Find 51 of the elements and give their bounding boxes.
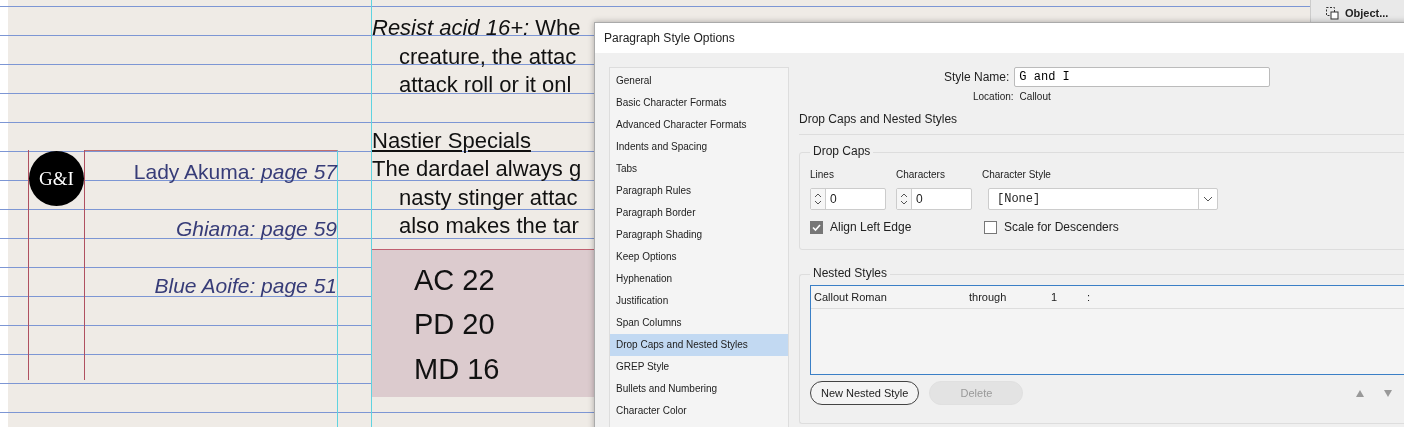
callout-text: Ghiama: page 59	[174, 216, 337, 241]
category-item[interactable]: Justification	[610, 290, 788, 312]
scale-for-descenders-checkbox[interactable]: Scale for Descenders	[984, 220, 1119, 234]
table-cell-text: through	[969, 291, 1008, 303]
location-label: Location:	[973, 91, 1014, 102]
callout-text: Lady Akuma: page 57	[132, 159, 337, 184]
table-cell-text: Callout Roman	[814, 291, 888, 303]
group-legend: Nested Styles	[810, 266, 891, 280]
category-item[interactable]: Paragraph Shading	[610, 224, 788, 246]
callout-text: Blue Aoife: page 51	[153, 273, 337, 298]
category-item[interactable]: Hyphenation	[610, 268, 788, 290]
stat-text: AC 22	[414, 262, 496, 298]
lines-label: Lines	[810, 169, 835, 180]
object-button[interactable]: Object...	[1325, 6, 1389, 20]
category-item[interactable]: Paragraph Border	[610, 202, 788, 224]
category-item[interactable]: General	[610, 70, 788, 92]
category-item[interactable]: Character Color	[610, 400, 788, 422]
characters-label: Characters	[896, 169, 946, 180]
table-cell-text: 1	[1051, 291, 1059, 303]
character-style-label: Character Style	[982, 169, 1052, 180]
category-item[interactable]: Indents and Spacing	[610, 136, 788, 158]
dialog-title: Paragraph Style Options	[604, 31, 735, 45]
category-item[interactable]: Tabs	[610, 158, 788, 180]
dialog-button[interactable]: New Nested Style	[810, 381, 920, 405]
category-item[interactable]: Advanced Character Formats	[610, 114, 788, 136]
section-title: Drop Caps and Nested Styles	[799, 112, 1404, 135]
category-item[interactable]: Basic Character Formats	[610, 92, 788, 114]
section-heading: Nastier Specials	[372, 126, 532, 155]
table-cell: :	[1087, 291, 1091, 303]
body-text: creature, the attac	[398, 42, 578, 71]
stat-text: PD 20	[414, 307, 496, 342]
category-item[interactable]: Keep Options	[610, 246, 788, 268]
body-text: The dardael always g	[372, 155, 583, 183]
body-text: also makes the tar	[398, 212, 580, 240]
location-value: Callout	[1019, 91, 1051, 102]
group-legend: Drop Caps	[810, 144, 874, 158]
body-text: attack roll or it onl	[398, 71, 573, 99]
category-item[interactable]: Drop Caps and Nested Styles	[610, 334, 788, 356]
align-left-edge-checkbox[interactable]: Align Left Edge	[810, 220, 984, 234]
stat-text: MD 16	[414, 351, 501, 387]
category-item[interactable]: Paragraph Rules	[610, 180, 788, 202]
style-name-field[interactable]: G and I	[1014, 67, 1271, 87]
lines-spinner[interactable]: 0	[810, 188, 886, 210]
category-item[interactable]: GREP Style	[610, 356, 788, 378]
character-style-dropdown[interactable]: [None]	[988, 188, 1218, 210]
logo-badge: G&I	[29, 151, 84, 206]
body-text: nasty stinger attac	[398, 183, 579, 212]
style-name-label: Style Name:	[944, 70, 1010, 84]
characters-spinner[interactable]: 0	[896, 188, 972, 210]
category-item[interactable]: Bullets and Numbering	[610, 378, 788, 400]
category-item[interactable]: Span Columns	[610, 312, 788, 334]
